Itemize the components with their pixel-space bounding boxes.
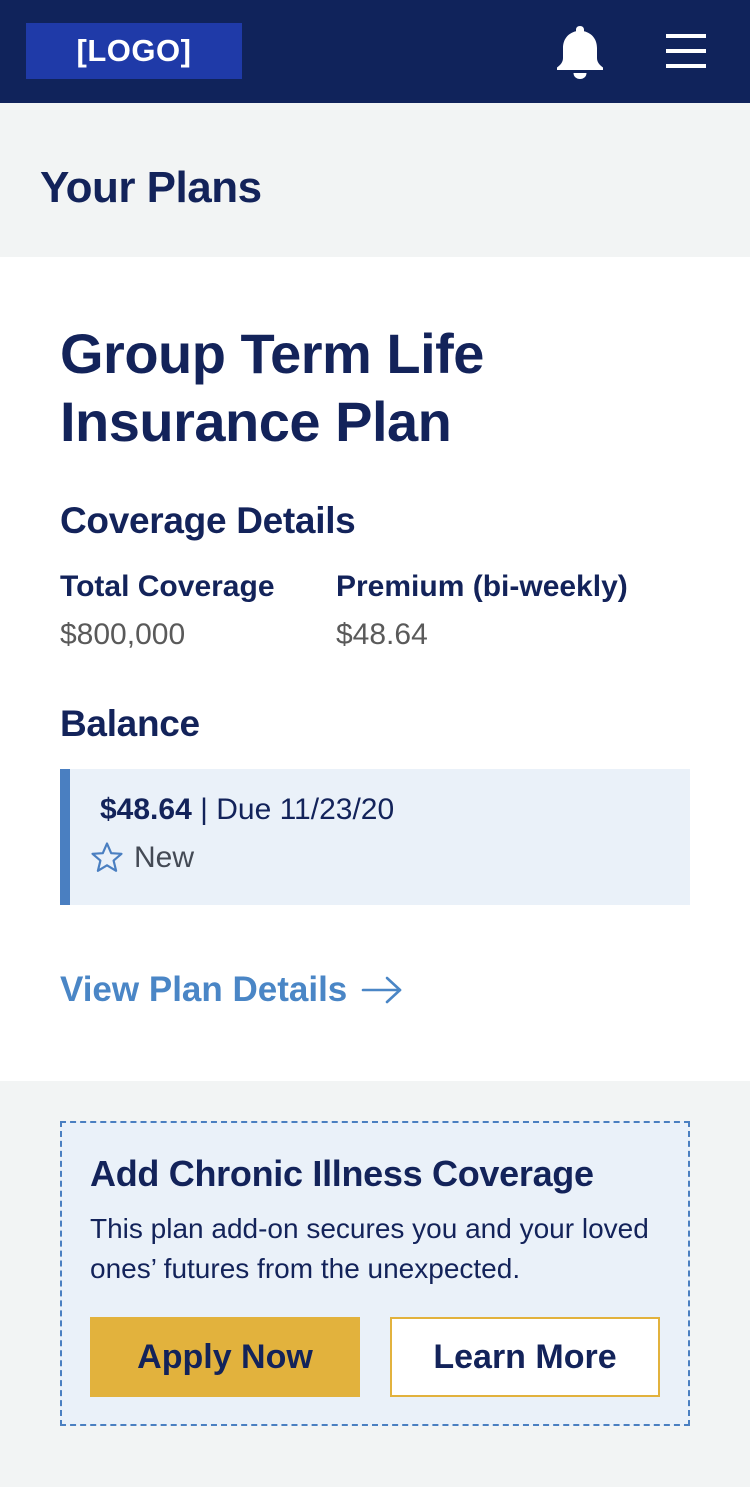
promo-description: This plan add-on secures you and your lo… bbox=[90, 1213, 649, 1284]
balance-line: $48.64 | Due 11/23/20 bbox=[100, 793, 394, 827]
total-coverage-label: Total Coverage bbox=[60, 570, 275, 603]
arrow-right-icon bbox=[361, 976, 402, 1004]
bell-icon[interactable] bbox=[554, 24, 606, 80]
premium-value: $48.64 bbox=[336, 618, 428, 651]
learn-more-button[interactable]: Learn More bbox=[390, 1317, 660, 1397]
page-title: Your Plans bbox=[40, 163, 262, 212]
logo[interactable]: [LOGO] bbox=[26, 23, 242, 79]
premium-label: Premium (bi-weekly) bbox=[336, 570, 628, 603]
promo-title: Add Chronic Illness Coverage bbox=[90, 1153, 594, 1194]
hamburger-menu-icon[interactable] bbox=[664, 32, 708, 70]
balance-notice: $48.64 | Due 11/23/20 New bbox=[60, 769, 690, 905]
top-navigation-bar: [LOGO] bbox=[0, 0, 750, 103]
apply-now-button[interactable]: Apply Now bbox=[90, 1317, 360, 1397]
add-coverage-promo: Add Chronic Illness Coverage This plan a… bbox=[60, 1121, 690, 1426]
coverage-details-heading: Coverage Details bbox=[60, 500, 356, 541]
view-plan-details-link[interactable]: View Plan Details bbox=[60, 970, 403, 1010]
star-outline-icon bbox=[91, 842, 123, 872]
balance-heading: Balance bbox=[60, 703, 200, 744]
balance-status: New bbox=[90, 841, 194, 875]
balance-amount: $48.64 bbox=[100, 793, 192, 826]
balance-due-date: Due 11/23/20 bbox=[216, 793, 395, 826]
total-coverage-value: $800,000 bbox=[60, 618, 186, 651]
balance-separator: | bbox=[191, 793, 217, 826]
plan-title: Group Term Life Insurance Plan bbox=[60, 322, 484, 453]
view-plan-details-label: View Plan Details bbox=[60, 970, 348, 1009]
balance-status-label: New bbox=[134, 841, 195, 874]
